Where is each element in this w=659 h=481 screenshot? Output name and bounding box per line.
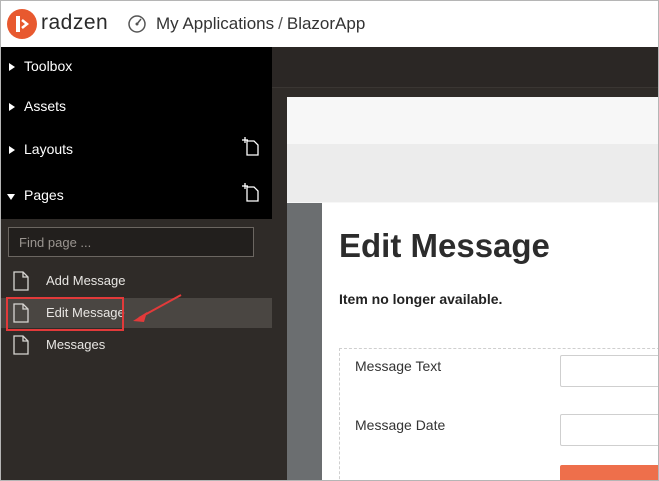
page-icon <box>13 271 29 291</box>
save-button[interactable] <box>560 465 658 480</box>
designer-toolbar <box>272 47 658 88</box>
sidebar-section-layouts[interactable]: Layouts <box>1 135 272 165</box>
top-bar: radzen My Applications / BlazorApp <box>1 1 658 47</box>
add-page-icon[interactable] <box>241 183 261 203</box>
find-page-input[interactable] <box>8 227 254 257</box>
page-item-label: Messages <box>46 337 106 352</box>
radzen-logo-icon[interactable] <box>7 9 37 39</box>
breadcrumb-applications[interactable]: My Applications <box>156 14 274 33</box>
message-date-label: Message Date <box>355 417 446 433</box>
sidebar-section-toolbox[interactable]: Toolbox <box>1 52 272 82</box>
section-label: Pages <box>24 187 64 203</box>
annotation-arrow-icon <box>133 294 182 322</box>
caret-down-icon <box>7 194 15 200</box>
breadcrumb-app[interactable]: BlazorApp <box>287 14 365 33</box>
breadcrumb: My Applications / BlazorApp <box>156 14 365 34</box>
message-text-field[interactable] <box>560 355 658 387</box>
gauge-icon[interactable] <box>127 13 147 33</box>
message-date-field[interactable] <box>560 414 658 446</box>
brand-name: radzen <box>41 11 109 34</box>
page-title[interactable]: Edit Message <box>339 227 550 265</box>
page-body: Edit Message Item no longer available. M… <box>322 203 658 480</box>
edit-form[interactable]: Message Text Message Date <box>339 348 658 480</box>
caret-right-icon <box>9 103 15 111</box>
canvas-left-strip <box>287 203 322 480</box>
designer-area: Edit Message Item no longer available. M… <box>272 47 658 480</box>
caret-right-icon <box>9 63 15 71</box>
sidebar-section-assets[interactable]: Assets <box>1 92 272 122</box>
design-canvas: Edit Message Item no longer available. M… <box>287 97 658 480</box>
canvas-header-band <box>287 144 658 202</box>
sidebar: Toolbox Assets Layouts Pages Find page .… <box>1 47 272 480</box>
page-message[interactable]: Item no longer available. <box>339 291 502 307</box>
section-label: Assets <box>24 98 67 114</box>
section-label: Toolbox <box>24 58 73 74</box>
highlight-box <box>6 297 124 331</box>
page-icon <box>13 335 29 355</box>
sidebar-sections: Toolbox Assets Layouts Pages <box>1 47 272 219</box>
add-layout-icon[interactable] <box>241 137 261 157</box>
breadcrumb-separator: / <box>278 14 283 33</box>
caret-right-icon <box>9 146 15 154</box>
page-item-messages[interactable]: Messages <box>1 330 272 360</box>
app-window: radzen My Applications / BlazorApp Toolbox… <box>0 0 659 481</box>
page-item-label: Add Message <box>46 273 126 288</box>
section-label: Layouts <box>24 141 74 157</box>
sidebar-section-pages[interactable]: Pages <box>1 181 272 211</box>
message-text-label: Message Text <box>355 358 442 374</box>
